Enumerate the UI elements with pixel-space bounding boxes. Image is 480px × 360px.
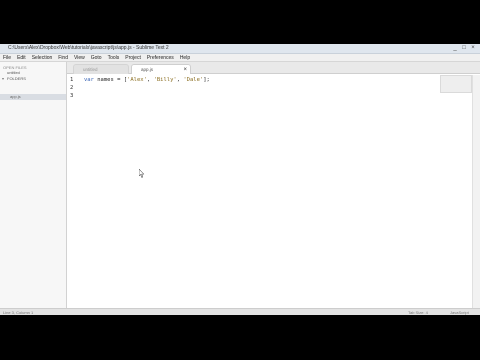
sidebar-item-selected[interactable]: app.js [0, 94, 66, 100]
video-letterbox-bottom [0, 315, 480, 360]
line-number: 3 [70, 93, 74, 99]
tab-label: untitled [83, 67, 98, 72]
menu-goto[interactable]: Goto [91, 55, 102, 61]
close-tab-icon[interactable]: × [183, 65, 187, 75]
menu-project[interactable]: Project [125, 55, 141, 61]
code-editor[interactable]: 1 2 3 var names = ['Alex', 'Billy', 'Dal… [67, 75, 472, 308]
code-line: var names = ['Alex', 'Billy', 'Dale']; [84, 77, 210, 83]
menu-help[interactable]: Help [180, 55, 190, 61]
menu-edit[interactable]: Edit [17, 55, 26, 61]
vertical-scrollbar[interactable] [472, 75, 480, 308]
sidebar-folder-label: FOLDERS [7, 76, 26, 81]
line-number: 1 [70, 77, 74, 83]
status-bar: Line 3, Column 1 Tab Size: 4 JavaScript [0, 308, 480, 315]
tab-untitled[interactable]: untitled [73, 64, 129, 74]
code-separator: , [146, 77, 154, 83]
menu-tools[interactable]: Tools [108, 55, 120, 61]
title-bar: C:\Users\Alex\Dropbox\Web\tutorials\java… [0, 44, 480, 54]
window-title: C:\Users\Alex\Dropbox\Web\tutorials\java… [8, 45, 169, 51]
code-string: 'Billy' [153, 77, 177, 83]
menu-view[interactable]: View [74, 55, 85, 61]
code-text: ]; [203, 77, 210, 83]
menu-preferences[interactable]: Preferences [147, 55, 174, 61]
code-keyword: var [84, 77, 94, 83]
folder-triangle-icon: ▾ [2, 76, 5, 81]
menu-selection[interactable]: Selection [32, 55, 53, 61]
line-number-gutter: 1 2 3 [67, 75, 81, 308]
video-letterbox-top [0, 0, 480, 44]
window-controls: _ □ × [452, 45, 476, 51]
code-string: 'Alex' [127, 77, 147, 83]
minimap[interactable] [440, 75, 472, 93]
menu-file[interactable]: File [3, 55, 11, 61]
sidebar-folder[interactable]: ▾ FOLDERS [2, 76, 64, 81]
mouse-pointer-icon [139, 169, 145, 178]
menu-find[interactable]: Find [58, 55, 68, 61]
close-window-icon[interactable]: × [470, 45, 476, 51]
sublime-text-window: C:\Users\Alex\Dropbox\Web\tutorials\java… [0, 44, 480, 315]
maximize-icon[interactable]: □ [461, 45, 467, 51]
menu-bar: File Edit Selection Find View Goto Tools… [0, 54, 480, 62]
sidebar: OPEN FILES untitled ▾ FOLDERS app.js [0, 62, 67, 308]
line-number: 2 [70, 85, 74, 91]
code-string: 'Dale' [183, 77, 204, 83]
tab-label: app.js [141, 67, 154, 72]
minimize-icon[interactable]: _ [452, 45, 458, 51]
tab-app-js[interactable]: app.js × [131, 64, 191, 74]
tab-bar: untitled app.js × [67, 62, 480, 74]
code-text: names = [ [93, 77, 128, 83]
sidebar-open-file[interactable]: untitled [2, 70, 64, 75]
